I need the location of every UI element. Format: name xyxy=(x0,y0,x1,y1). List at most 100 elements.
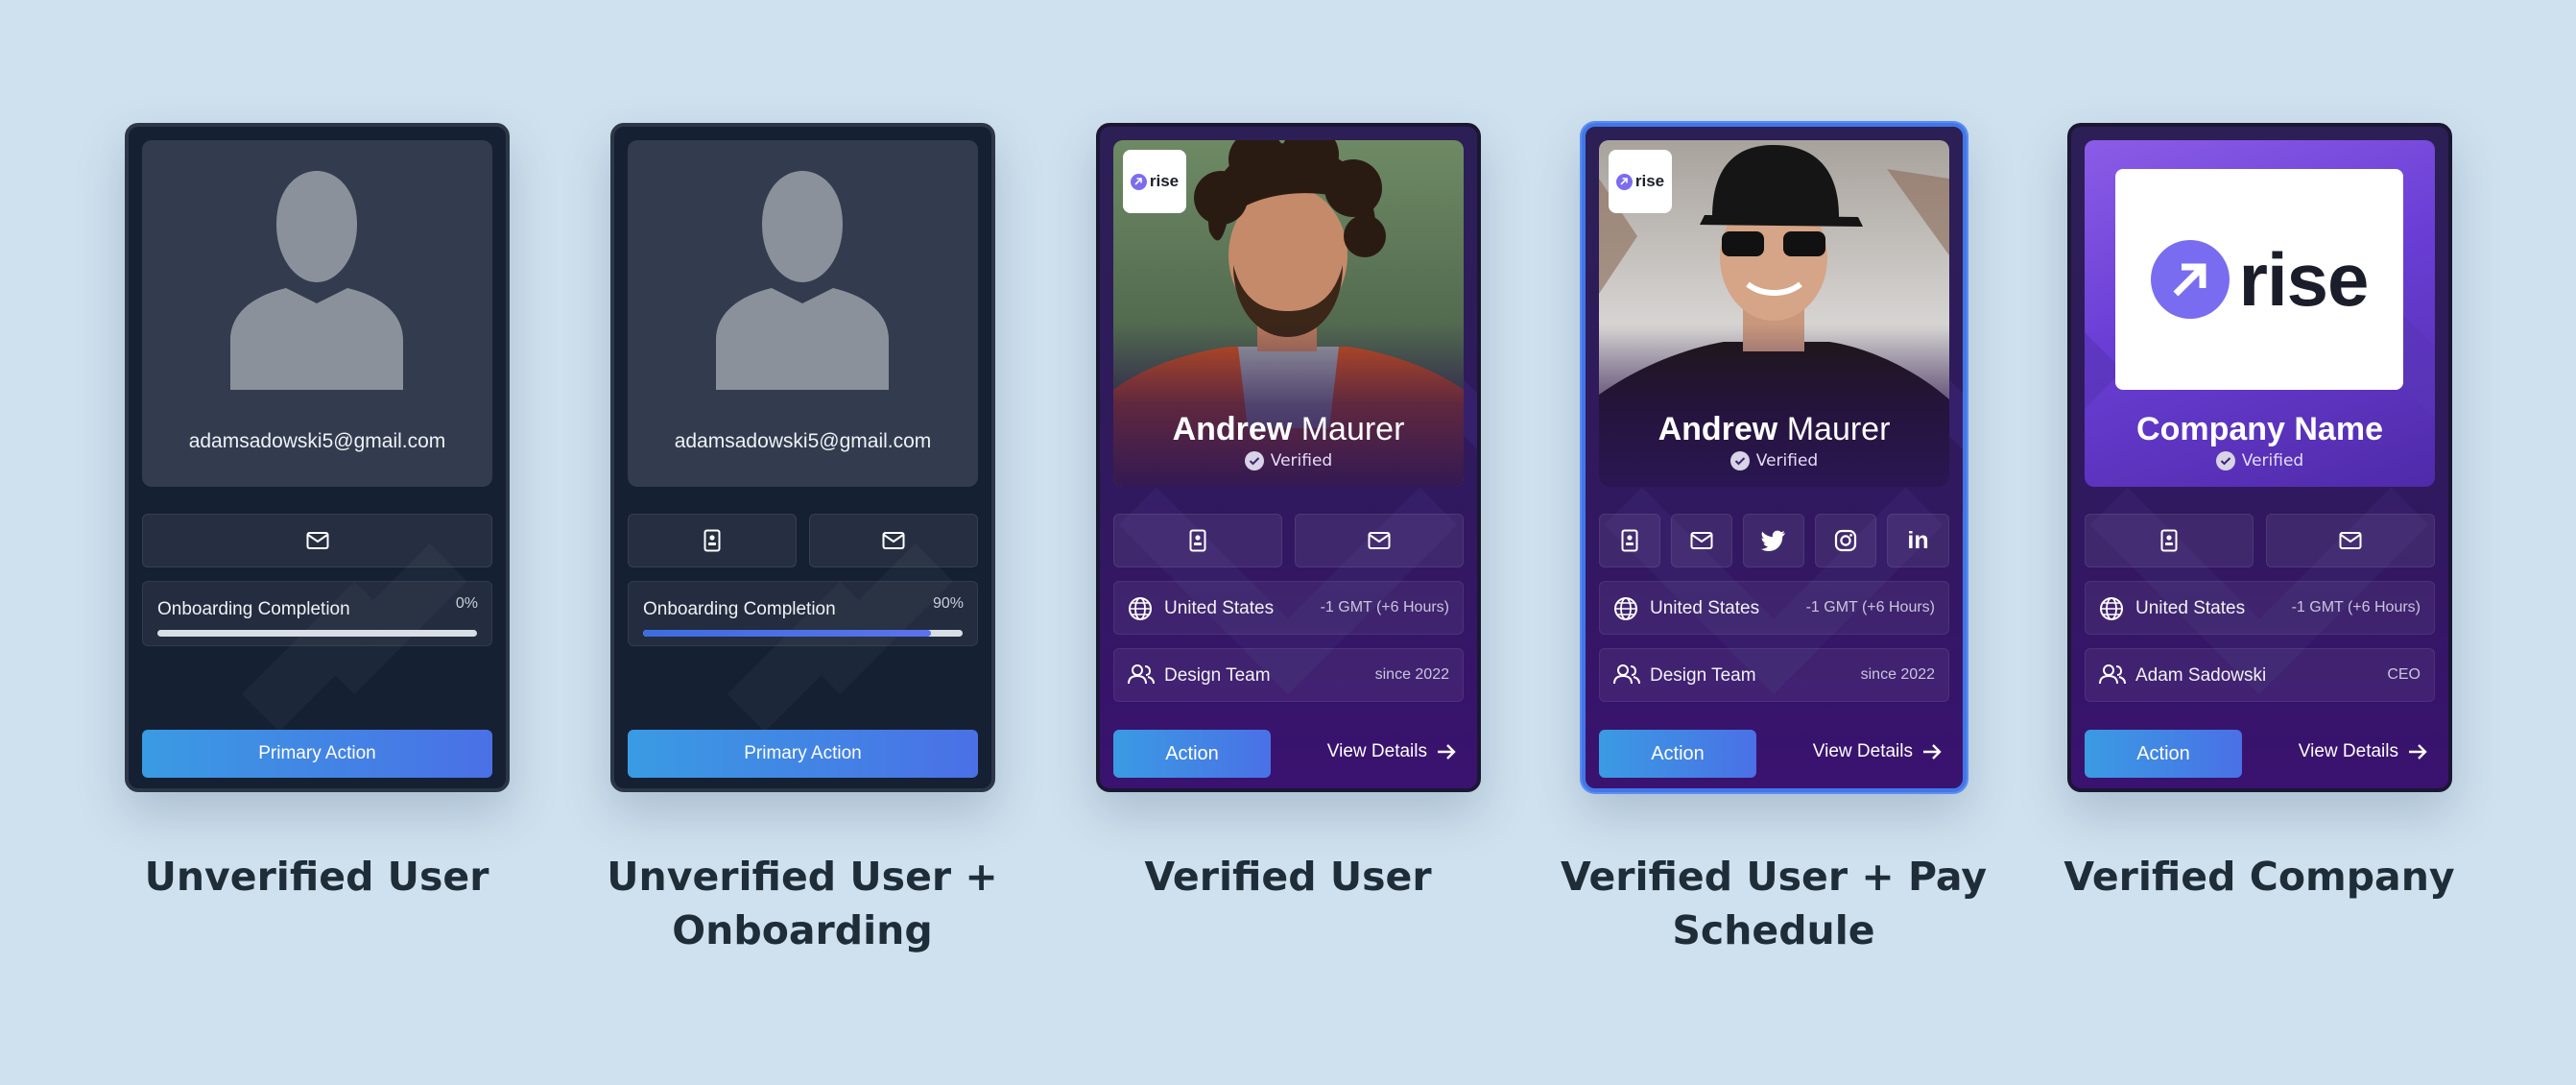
instagram-button[interactable] xyxy=(1815,514,1876,567)
profile-photo-panel: rise Andrew Maurer Verified xyxy=(1113,140,1464,487)
arrow-right-icon xyxy=(1923,744,1942,760)
user-name: Andrew Maurer xyxy=(1113,411,1464,448)
progress-track xyxy=(157,630,477,637)
id-card-button[interactable] xyxy=(628,514,797,567)
verified-check-icon xyxy=(1729,451,1750,470)
verified-label: Verified xyxy=(1270,451,1333,470)
location-row: United States -1 GMT (+6 Hours) xyxy=(1113,581,1464,635)
action-button[interactable]: Action xyxy=(1113,730,1271,778)
card-verified-user[interactable]: rise Andrew Maurer Verified United State… xyxy=(1096,123,1481,792)
twitter-icon xyxy=(1761,530,1785,551)
first-name: Andrew xyxy=(1658,411,1778,447)
instagram-icon xyxy=(1834,529,1857,552)
logo-wordmark: rise xyxy=(1634,172,1665,190)
id-card-button[interactable] xyxy=(1599,514,1660,567)
globe-icon xyxy=(2100,597,2123,620)
progress-track xyxy=(643,630,963,637)
user-email: adamsadowski5@gmail.com xyxy=(188,430,446,452)
rise-logo-icon xyxy=(1130,173,1147,190)
verified-status: Verified xyxy=(1113,451,1464,470)
linkedin-icon: in xyxy=(1907,526,1929,554)
email-button[interactable] xyxy=(1295,514,1464,567)
timezone-label: -1 GMT (+6 Hours) xyxy=(1805,599,1935,615)
caption-line: Unverified User + xyxy=(607,854,998,900)
mail-icon xyxy=(1368,532,1391,549)
company-logo-badge: rise xyxy=(1609,150,1672,213)
mail-icon xyxy=(2339,532,2362,549)
onboarding-progress: Onboarding Completion 90% xyxy=(628,581,978,646)
caption-line: Unverified User xyxy=(144,854,489,900)
email-button[interactable] xyxy=(2266,514,2435,567)
progress-percent: 0% xyxy=(455,595,478,612)
id-card-button[interactable] xyxy=(2085,514,2254,567)
contact-row: Adam Sadowski CEO xyxy=(2085,648,2435,702)
mail-icon xyxy=(1690,532,1713,549)
rise-logo-icon xyxy=(1615,173,1633,190)
id-card-icon xyxy=(1189,529,1206,552)
caption-line: Verified User + Pay xyxy=(1560,854,1988,900)
verified-check-icon xyxy=(2215,451,2235,470)
user-placeholder-icon xyxy=(716,171,889,390)
email-button[interactable] xyxy=(142,514,492,567)
email-button[interactable] xyxy=(809,514,978,567)
caption-unverified-onboarding: Unverified User + Onboarding xyxy=(572,850,1033,957)
company-logo-badge: rise xyxy=(1123,150,1186,213)
progress-percent: 90% xyxy=(932,595,964,612)
team-label: Design Team xyxy=(1650,665,1756,686)
id-card-icon xyxy=(2160,529,2178,552)
team-row: Design Team since 2022 xyxy=(1599,648,1949,702)
card-unverified-user[interactable]: adamsadowski5@gmail.com Onboarding Compl… xyxy=(125,123,510,792)
country-label: United States xyxy=(1164,598,1275,618)
card-verified-company[interactable]: rise Company Name Verified United States… xyxy=(2067,123,2452,792)
id-card-icon xyxy=(704,529,721,552)
company-panel: rise Company Name Verified xyxy=(2085,140,2435,487)
linkedin-button[interactable]: in xyxy=(1887,514,1949,567)
caption-unverified-user: Unverified User xyxy=(86,850,547,904)
caption-line: Verified User xyxy=(1144,854,1432,900)
view-details-link[interactable]: View Details xyxy=(1813,741,1942,762)
email-button[interactable] xyxy=(1671,514,1732,567)
user-email: adamsadowski5@gmail.com xyxy=(674,430,932,452)
progress-label: Onboarding Completion xyxy=(157,599,350,619)
action-button[interactable]: Action xyxy=(1599,730,1756,778)
verified-status: Verified xyxy=(2085,451,2435,470)
last-name: Maurer xyxy=(1786,411,1891,447)
avatar-panel: adamsadowski5@gmail.com xyxy=(142,140,492,487)
team-icon xyxy=(1613,664,1640,685)
mail-icon xyxy=(882,532,905,549)
globe-icon xyxy=(1129,597,1152,620)
company-name-text: Company Name xyxy=(2136,411,2383,447)
view-details-label: View Details xyxy=(1812,741,1913,761)
team-label: Design Team xyxy=(1164,665,1271,686)
verified-check-icon xyxy=(1244,451,1264,470)
twitter-button[interactable] xyxy=(1743,514,1804,567)
action-button[interactable]: Action xyxy=(2085,730,2242,778)
caption-line: Onboarding xyxy=(672,907,933,953)
avatar-panel: adamsadowski5@gmail.com xyxy=(628,140,978,487)
since-label: since 2022 xyxy=(1860,666,1935,683)
arrow-right-icon xyxy=(1438,744,1456,760)
caption-line: Schedule xyxy=(1672,907,1875,953)
company-logo: rise xyxy=(2115,169,2403,390)
onboarding-progress: Onboarding Completion 0% xyxy=(142,581,492,646)
profile-photo-panel: rise Andrew Maurer Verified xyxy=(1599,140,1949,487)
primary-action-button[interactable]: Primary Action xyxy=(628,730,978,778)
id-card-button[interactable] xyxy=(1113,514,1282,567)
view-details-link[interactable]: View Details xyxy=(1327,741,1456,762)
person-icon xyxy=(2099,664,2126,685)
view-details-link[interactable]: View Details xyxy=(2299,741,2427,762)
progress-fill xyxy=(643,630,931,637)
progress-label: Onboarding Completion xyxy=(643,599,836,619)
caption-line: Verified Company xyxy=(2063,854,2455,900)
caption-verified-company: Verified Company xyxy=(2029,850,2490,904)
card-unverified-onboarding[interactable]: adamsadowski5@gmail.com Onboarding Compl… xyxy=(610,123,995,792)
primary-action-button[interactable]: Primary Action xyxy=(142,730,492,778)
caption-verified-pay-schedule: Verified User + Pay Schedule xyxy=(1543,850,2004,957)
mail-icon xyxy=(306,532,328,549)
role-label: CEO xyxy=(2387,666,2421,683)
location-row: United States -1 GMT (+6 Hours) xyxy=(1599,581,1949,635)
id-card-icon xyxy=(1621,529,1638,552)
logo-wordmark: rise xyxy=(2238,236,2370,322)
card-verified-pay-schedule[interactable]: rise Andrew Maurer Verified in United St… xyxy=(1582,123,1967,792)
globe-icon xyxy=(1614,597,1637,620)
